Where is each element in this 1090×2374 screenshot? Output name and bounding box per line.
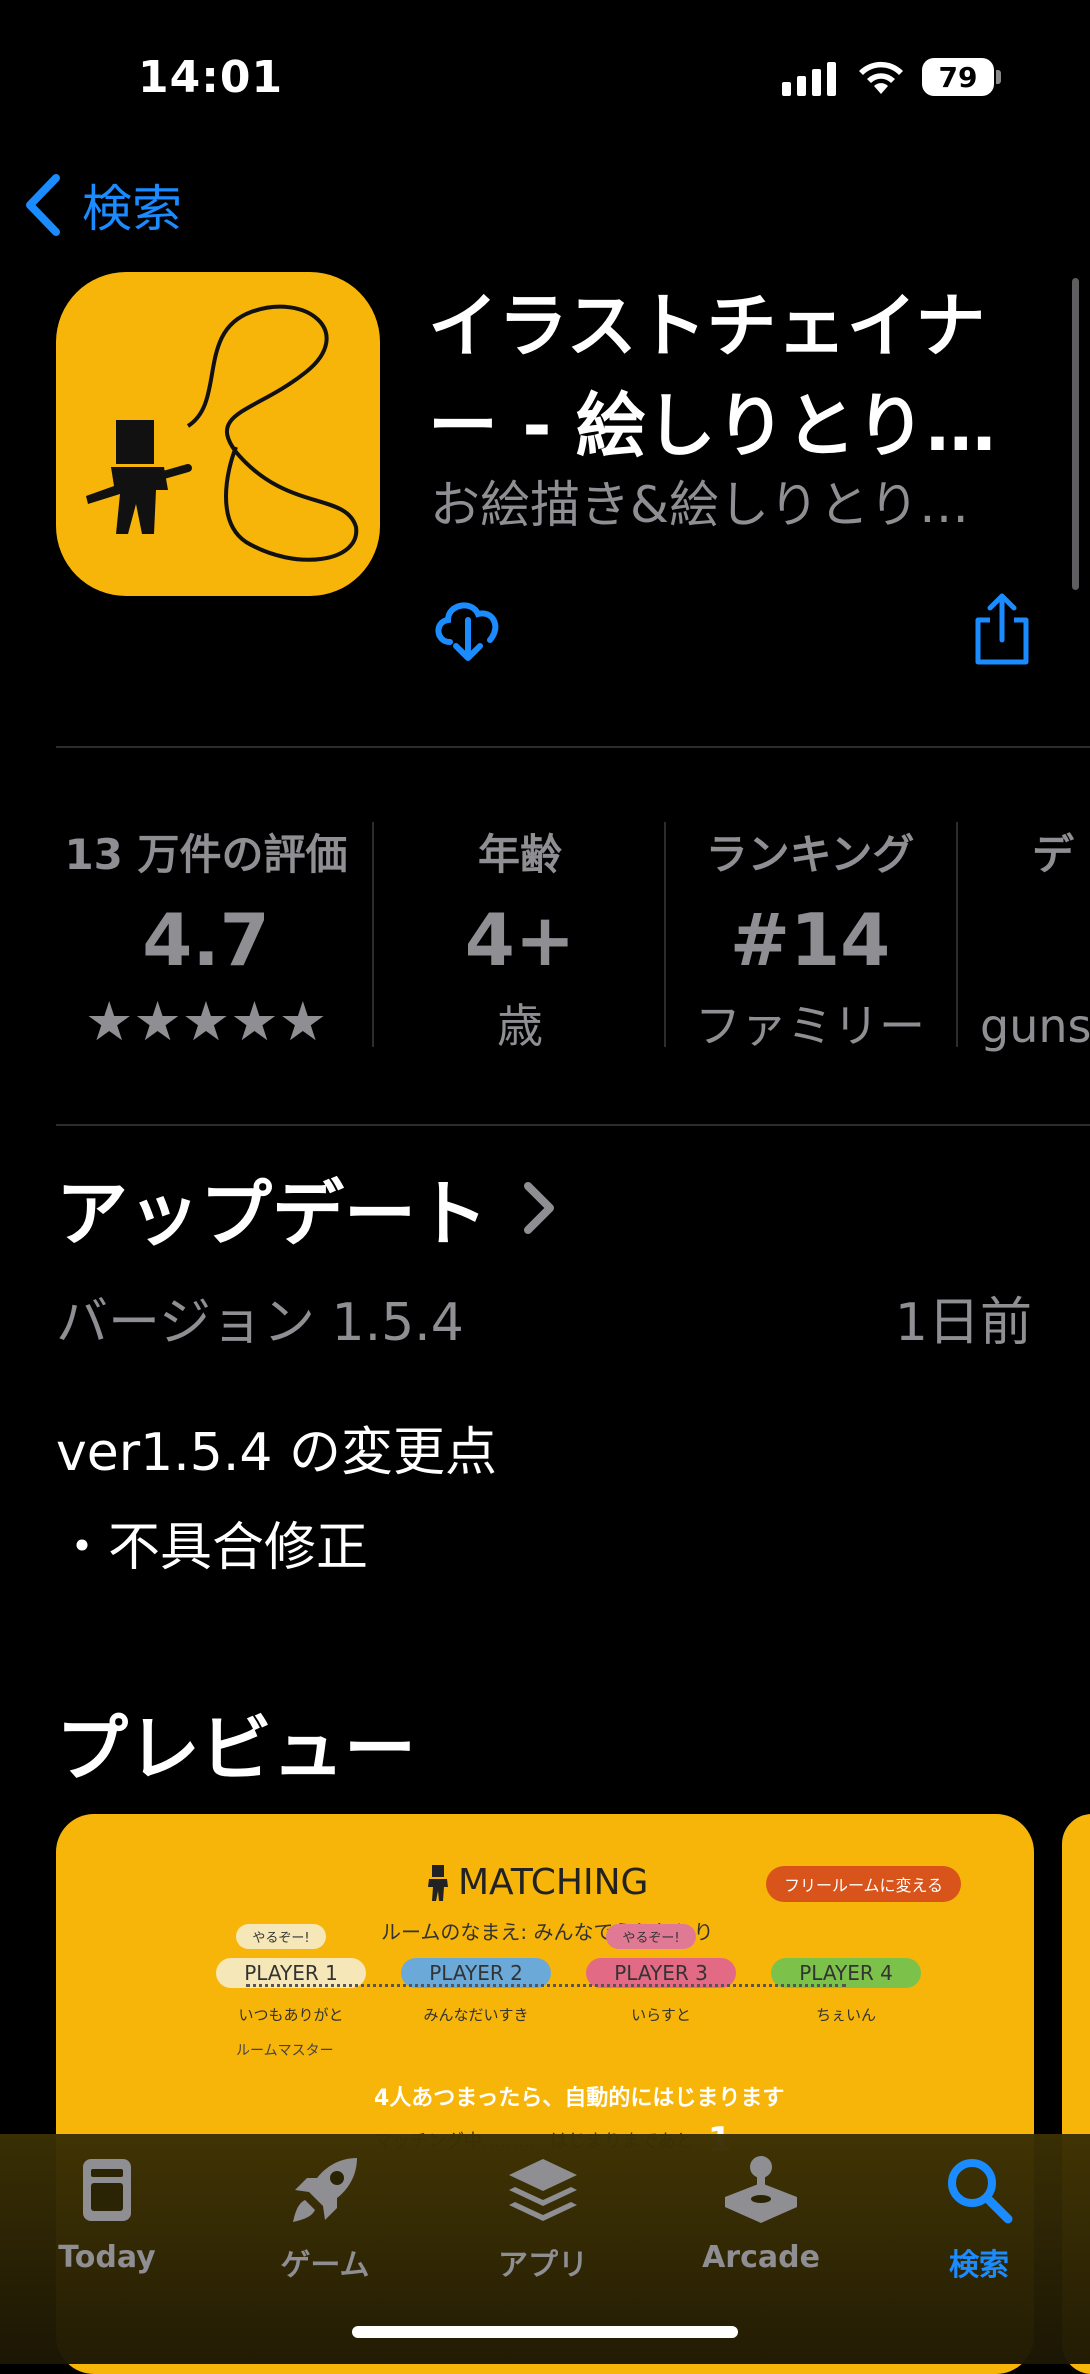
tab-arcade[interactable]: Arcade bbox=[686, 2150, 836, 2275]
rocket-icon bbox=[293, 2158, 357, 2222]
age-unit: 歳 bbox=[497, 999, 543, 1053]
back-label: 検索 bbox=[82, 180, 182, 238]
character-icon bbox=[428, 1864, 448, 1901]
tab-today[interactable]: Today bbox=[32, 2150, 182, 2275]
tab-apps[interactable]: アプリ bbox=[468, 2150, 618, 2284]
app-title-line1: イラストチェイナ bbox=[428, 285, 986, 367]
chevron-left-icon bbox=[26, 174, 60, 236]
divider bbox=[56, 746, 1090, 748]
room-master-label: ルームマスター bbox=[236, 2043, 334, 2059]
update-heading[interactable]: アップデート bbox=[56, 1155, 564, 1260]
tab-games[interactable]: ゲーム bbox=[250, 2150, 400, 2284]
home-indicator[interactable] bbox=[352, 2326, 738, 2338]
today-icon bbox=[83, 2159, 131, 2221]
tab-label: アプリ bbox=[498, 2248, 588, 2283]
scrollbar[interactable] bbox=[1072, 278, 1079, 590]
cloud-download-icon[interactable] bbox=[428, 588, 506, 666]
battery-icon: 79 bbox=[922, 58, 994, 96]
star-rating-icon: ★★★★★ bbox=[84, 990, 328, 1053]
ratings-label: 13 万件の評価 bbox=[64, 830, 348, 879]
ranking-value: #14 bbox=[729, 898, 891, 982]
developer-info[interactable]: デ guns bbox=[980, 820, 1090, 1070]
app-subtitle: お絵描き&絵しりとり… bbox=[430, 476, 969, 534]
update-date: 1日前 bbox=[894, 1293, 1032, 1353]
player-tag: やるぞー! bbox=[236, 1924, 326, 1949]
tab-search[interactable]: 検索 bbox=[904, 2150, 1054, 2284]
preview-matching-title: MATCHING bbox=[458, 1862, 649, 1903]
ranking-category: ファミリー bbox=[695, 999, 925, 1053]
ranking-label: ランキング bbox=[705, 830, 915, 879]
developer-value: guns bbox=[980, 999, 1090, 1053]
free-room-button: フリールームに変える bbox=[766, 1866, 962, 1902]
battery-tip bbox=[996, 70, 1001, 84]
ratings-info[interactable]: 13 万件の評価 4.7 ★★★★★ bbox=[56, 820, 356, 1070]
release-notes-item: ・不具合修正 bbox=[56, 1518, 369, 1578]
joystick-icon bbox=[725, 2156, 797, 2223]
share-icon[interactable] bbox=[972, 590, 1032, 668]
search-icon bbox=[948, 2159, 1013, 2224]
tab-label: Arcade bbox=[702, 2240, 820, 2275]
rating-value: 4.7 bbox=[142, 898, 270, 982]
app-title: イラストチェイナ ー - 絵しりとり… bbox=[428, 276, 1028, 476]
developer-label: デ bbox=[1032, 830, 1075, 879]
release-notes-title: ver1.5.4 の変更点 bbox=[56, 1423, 497, 1483]
layers-icon bbox=[509, 2159, 577, 2221]
tab-label: Today bbox=[58, 2240, 156, 2275]
player-user: いらすと bbox=[631, 2006, 691, 2024]
status-time: 14:01 bbox=[138, 52, 284, 103]
separator bbox=[664, 822, 666, 1047]
chevron-right-icon bbox=[524, 1181, 555, 1234]
version-label: バージョン 1.5.4 bbox=[56, 1293, 464, 1353]
separator bbox=[956, 822, 958, 1047]
player-user: みんなだいすき bbox=[423, 2006, 529, 2024]
age-label: 年齢 bbox=[477, 830, 562, 879]
app-icon bbox=[56, 272, 380, 596]
ranking-info[interactable]: ランキング #14 ファミリー bbox=[680, 820, 940, 1070]
player-tag: やるぞー! bbox=[606, 1924, 696, 1949]
preview-heading: プレビュー bbox=[56, 1707, 417, 1791]
player-user: いつもありがと bbox=[238, 2006, 344, 2024]
wifi-icon bbox=[859, 61, 903, 94]
divider bbox=[56, 1124, 1090, 1126]
tab-label: ゲーム bbox=[280, 2248, 370, 2283]
update-heading-label: アップデート bbox=[56, 1172, 489, 1256]
player-user: ちぇいん bbox=[815, 2006, 876, 2024]
auto-start-text: 4人あつまったら、自動的にはじまります bbox=[374, 2086, 785, 2111]
age-info[interactable]: 年齢 4+ 歳 bbox=[420, 820, 620, 1070]
separator bbox=[372, 822, 374, 1047]
age-value: 4+ bbox=[464, 898, 576, 982]
tab-label: 検索 bbox=[949, 2248, 1009, 2283]
cellular-signal-icon bbox=[782, 60, 836, 96]
app-title-line2: ー - 絵しりとり… bbox=[428, 385, 996, 467]
back-button[interactable]: 検索 bbox=[22, 168, 182, 242]
